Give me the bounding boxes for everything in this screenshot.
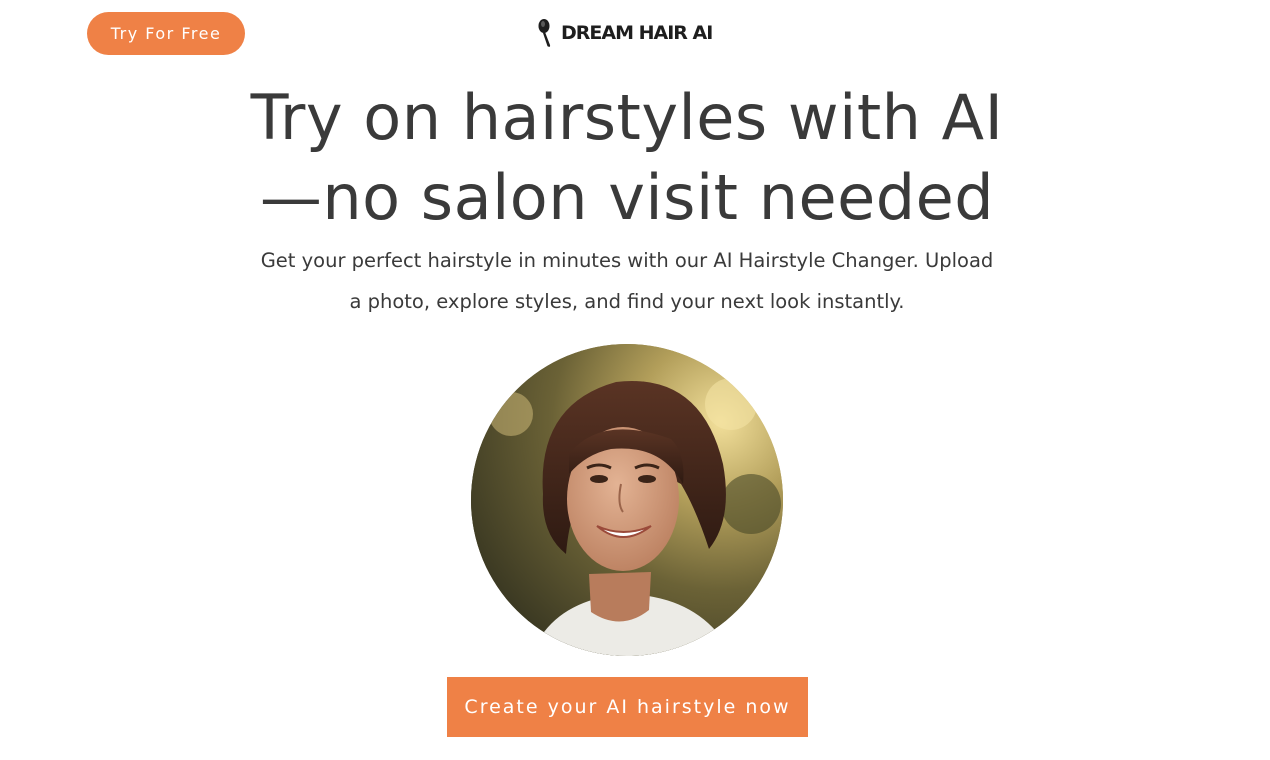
hero-portrait-image xyxy=(471,344,783,656)
headline-line-1: Try on hairstyles with AI xyxy=(250,81,1004,154)
landing-page: Try For Free DREAM HAIR AI Try on hairst… xyxy=(0,0,1270,760)
headline-line-2: —no salon visit needed xyxy=(259,161,995,234)
portrait-illustration xyxy=(471,344,783,656)
subtitle-line-1: Get your perfect hairstyle in minutes wi… xyxy=(260,249,994,272)
subtitle-line-2: a photo, explore styles, and find your n… xyxy=(349,290,905,313)
logo-text: DREAM HAIR AI xyxy=(561,22,713,44)
hero-subtitle: Get your perfect hairstyle in minutes wi… xyxy=(0,240,1254,322)
logo[interactable]: DREAM HAIR AI xyxy=(537,18,713,48)
hair-dryer-icon xyxy=(538,19,551,47)
page-title: Try on hairstyles with AI —no salon visi… xyxy=(0,78,1254,238)
try-for-free-button[interactable]: Try For Free xyxy=(87,12,245,55)
create-hairstyle-button[interactable]: Create your AI hairstyle now xyxy=(447,677,808,737)
